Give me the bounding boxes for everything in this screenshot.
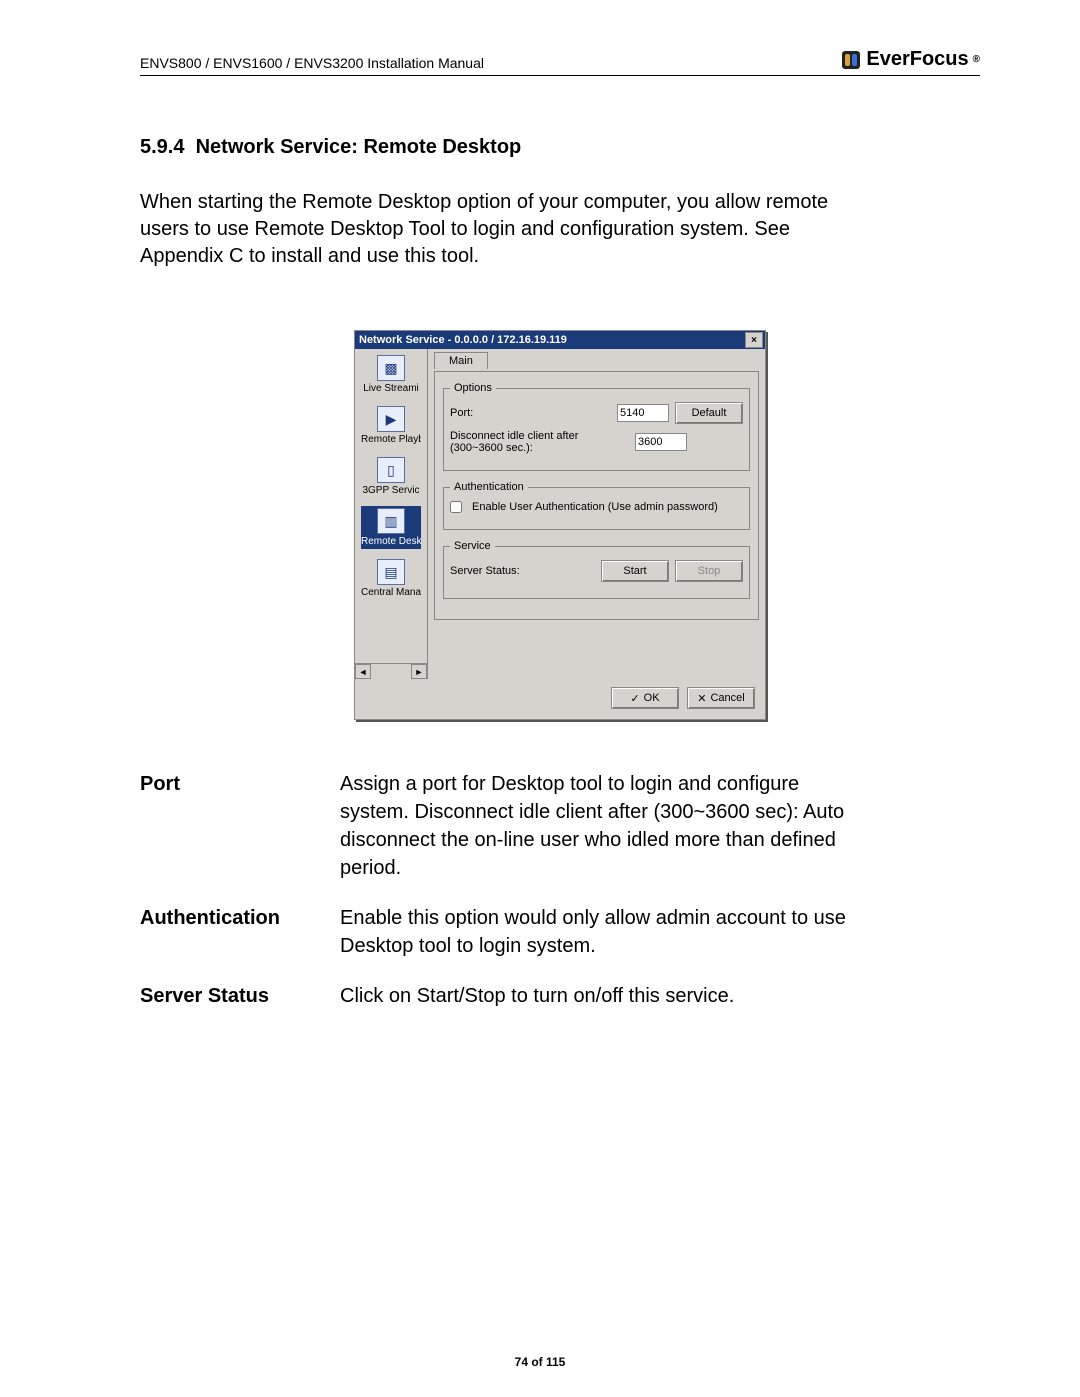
remote-playback-icon: ▶ [377, 406, 405, 432]
disconnect-input[interactable] [635, 433, 687, 451]
close-button[interactable]: × [745, 332, 763, 348]
scroll-left-button[interactable]: ◄ [355, 664, 371, 679]
section-intro: When starting the Remote Desktop option … [140, 189, 860, 270]
enable-auth-checkbox[interactable] [450, 501, 462, 513]
3gpp-service-icon: ▯ [377, 457, 405, 483]
group-service-legend: Service [450, 540, 495, 552]
sidebar-item-label: Remote Desk [361, 536, 421, 547]
registered-mark: ® [973, 54, 980, 65]
sidebar-item-label: Live Streami [361, 383, 421, 394]
tab-panel-main: Options Port: Default Disconnect idle cl… [434, 371, 759, 620]
tab-strip: Main [434, 351, 759, 371]
network-service-window: Network Service - 0.0.0.0 / 172.16.19.11… [354, 330, 766, 720]
term-port: Port [140, 770, 340, 882]
brand-name: EverFocus [866, 48, 968, 71]
desc-authentication: Enable this option would only allow admi… [340, 904, 860, 960]
window-titlebar: Network Service - 0.0.0.0 / 172.16.19.11… [355, 331, 765, 349]
sidebar-item-3gpp-service[interactable]: ▯ 3GPP Servic [361, 455, 421, 498]
default-button[interactable]: Default [675, 402, 743, 424]
group-auth-legend: Authentication [450, 481, 528, 493]
desc-port: Assign a port for Desktop tool to login … [340, 770, 860, 882]
window-body: ▩ Live Streami ▶ Remote Playb ▯ 3GPP Ser… [355, 349, 765, 679]
section-heading: 5.9.4 Network Service: Remote Desktop [140, 136, 980, 159]
window-footer: ✓ OK ✕ Cancel [355, 679, 765, 719]
window-sidebar: ▩ Live Streami ▶ Remote Playb ▯ 3GPP Ser… [355, 349, 428, 679]
remote-desktop-icon: ▥ [377, 508, 405, 534]
enable-auth-label: Enable User Authentication (Use admin pa… [472, 501, 743, 513]
window-title: Network Service - 0.0.0.0 / 172.16.19.11… [359, 334, 745, 346]
sidebar-item-live-streaming[interactable]: ▩ Live Streami [361, 353, 421, 396]
sidebar-item-remote-desktop[interactable]: ▥ Remote Desk [361, 506, 421, 549]
section-title: Network Service: Remote Desktop [196, 136, 522, 158]
sidebar-item-label: Central Managemen [361, 587, 421, 598]
row-port: Port: Default [450, 402, 743, 424]
cancel-label: Cancel [710, 692, 744, 704]
definition-list: Port Assign a port for Desktop tool to l… [140, 770, 980, 1010]
sidebar-item-label: 3GPP Servic [361, 485, 421, 496]
definition-port: Port Assign a port for Desktop tool to l… [140, 770, 980, 882]
sidebar-item-label: Remote Playb [361, 434, 421, 445]
port-input[interactable] [617, 404, 669, 422]
scroll-right-button[interactable]: ► [411, 664, 427, 679]
row-auth-checkbox: Enable User Authentication (Use admin pa… [450, 501, 743, 513]
section-number: 5.9.4 [140, 136, 184, 158]
desc-server-status: Click on Start/Stop to turn on/off this … [340, 982, 860, 1010]
x-icon: ✕ [697, 692, 706, 705]
row-disconnect: Disconnect idle client after (300~3600 s… [450, 430, 743, 454]
stop-button[interactable]: Stop [675, 560, 743, 582]
group-options-legend: Options [450, 382, 496, 394]
everfocus-icon [842, 51, 860, 69]
sidebar-item-central-management[interactable]: ▤ Central Managemen [361, 557, 421, 600]
term-server-status: Server Status [140, 982, 340, 1010]
disconnect-label: Disconnect idle client after (300~3600 s… [450, 430, 629, 454]
page-number: 74 of 115 [0, 1355, 1080, 1369]
sidebar-scrollbar[interactable]: ◄ ► [355, 663, 427, 679]
check-icon: ✓ [630, 692, 639, 705]
server-status-label: Server Status: [450, 565, 595, 577]
term-authentication: Authentication [140, 904, 340, 960]
group-service: Service Server Status: Start Stop [443, 540, 750, 599]
ok-button[interactable]: ✓ OK [611, 687, 679, 709]
window-main: Main Options Port: Default Disconnect id… [428, 349, 765, 679]
document-page: ENVS800 / ENVS1600 / ENVS3200 Installati… [0, 0, 1080, 1397]
group-authentication: Authentication Enable User Authenticatio… [443, 481, 750, 530]
row-server-status: Server Status: Start Stop [450, 560, 743, 582]
group-options: Options Port: Default Disconnect idle cl… [443, 382, 750, 471]
cancel-button[interactable]: ✕ Cancel [687, 687, 755, 709]
start-button[interactable]: Start [601, 560, 669, 582]
scroll-track[interactable] [371, 664, 411, 679]
central-management-icon: ▤ [377, 559, 405, 585]
page-header: ENVS800 / ENVS1600 / ENVS3200 Installati… [140, 48, 980, 76]
definition-authentication: Authentication Enable this option would … [140, 904, 980, 960]
sidebar-item-remote-playback[interactable]: ▶ Remote Playb [361, 404, 421, 447]
ok-label: OK [644, 692, 660, 704]
tab-main[interactable]: Main [434, 352, 488, 369]
brand-logo: EverFocus ® [842, 48, 980, 71]
port-label: Port: [450, 407, 611, 419]
live-streaming-icon: ▩ [377, 355, 405, 381]
header-manual-title: ENVS800 / ENVS1600 / ENVS3200 Installati… [140, 55, 484, 71]
definition-server-status: Server Status Click on Start/Stop to tur… [140, 982, 980, 1010]
